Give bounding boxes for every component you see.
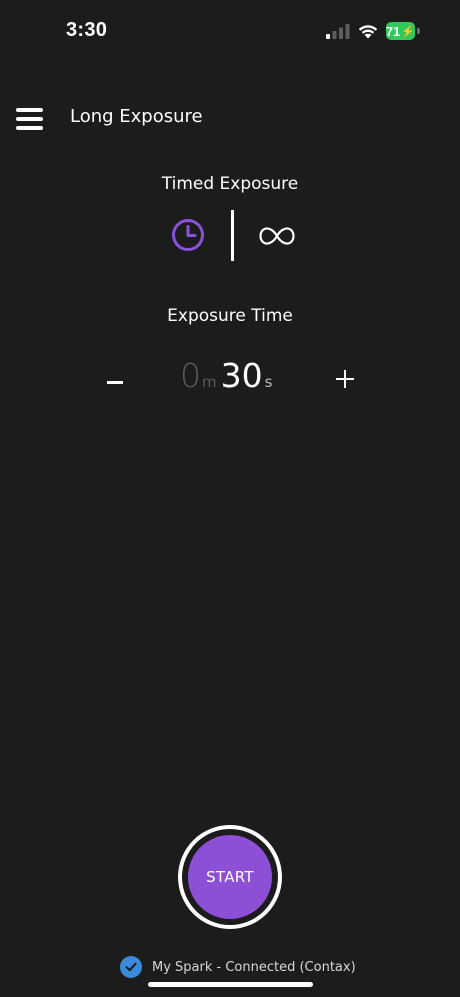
hamburger-menu-icon[interactable] [14, 104, 46, 136]
exposure-time-stepper: 0 m 30 s [0, 356, 460, 412]
connection-status[interactable]: My Spark - Connected (Contax) [120, 955, 356, 979]
charging-bolt-icon: ⚡ [401, 25, 416, 38]
mode-divider [231, 210, 234, 261]
infinity-icon[interactable] [256, 224, 298, 248]
mode-label: Timed Exposure [161, 174, 299, 194]
signal-icon [326, 24, 350, 39]
connection-text: My Spark - Connected (Contax) [152, 959, 356, 975]
battery-level: 71 ⚡ [386, 22, 415, 40]
seconds-value: 30 [220, 356, 263, 395]
decrement-button[interactable] [100, 360, 130, 400]
battery-charging-icon: 71 ⚡ [386, 22, 420, 40]
start-button-ring[interactable]: START [178, 825, 282, 929]
home-indicator[interactable] [148, 982, 313, 987]
check-circle-icon [120, 956, 142, 978]
clock-icon[interactable] [171, 218, 205, 252]
page-title: Long Exposure [70, 106, 203, 127]
increment-button[interactable] [330, 362, 360, 396]
start-button[interactable]: START [188, 835, 272, 919]
checkmark-icon [125, 962, 137, 972]
minutes-unit: m [202, 373, 217, 391]
status-time: 3:30 [66, 19, 108, 41]
wifi-icon [358, 25, 378, 39]
header: Long Exposure [0, 96, 460, 142]
exposure-time-value[interactable]: 0 m 30 s [180, 356, 272, 406]
seconds-unit: s [264, 373, 273, 391]
exposure-mode-toggle [0, 210, 460, 262]
exposure-time-label: Exposure Time [167, 306, 293, 326]
battery-tip [417, 28, 420, 34]
status-bar: 3:30 71 ⚡ [0, 0, 460, 64]
minutes-value: 0 [180, 356, 201, 395]
battery-level-text: 71 [385, 23, 401, 39]
